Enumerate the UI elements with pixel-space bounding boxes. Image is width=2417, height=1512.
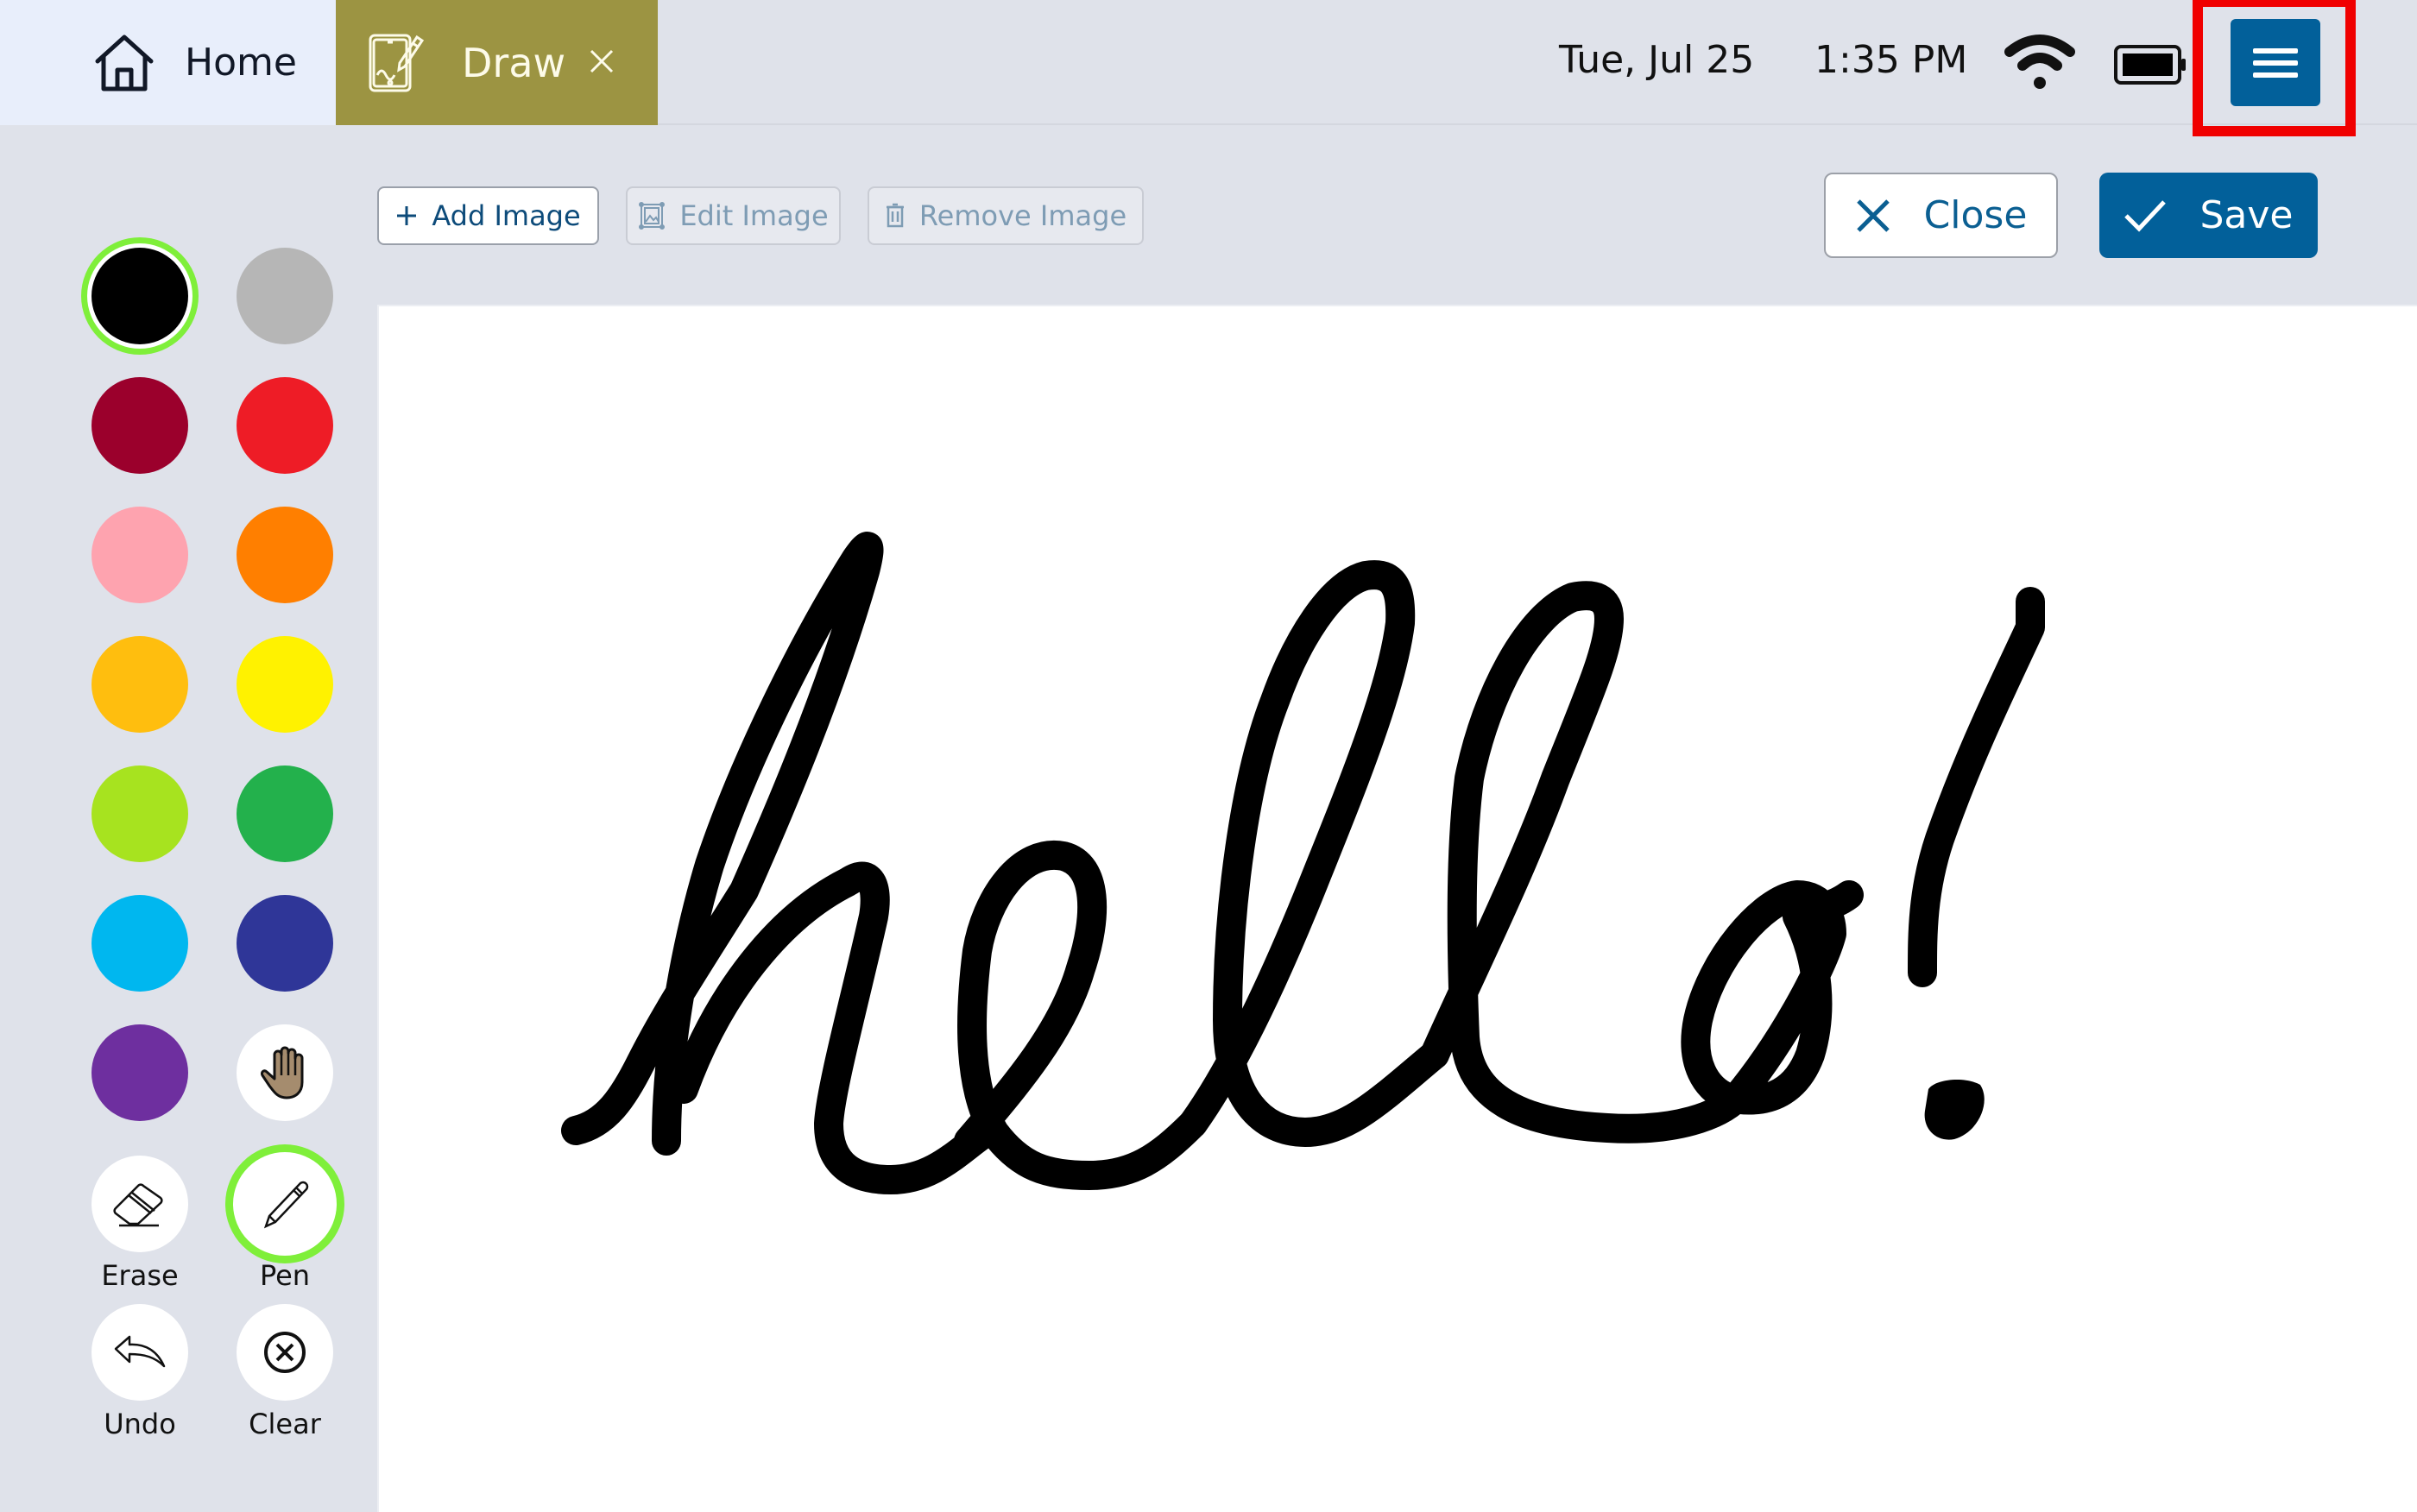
handwriting-drawing <box>561 532 2045 1194</box>
stroke-l1 <box>1178 560 1449 1147</box>
stroke-o <box>1681 880 1864 1115</box>
stroke-e <box>954 840 1208 1190</box>
stroke-h <box>561 532 884 1156</box>
exclamation-dot <box>1924 1079 1985 1140</box>
drawing-canvas[interactable] <box>377 305 2417 1512</box>
stroke-exclamation <box>1908 587 2045 987</box>
